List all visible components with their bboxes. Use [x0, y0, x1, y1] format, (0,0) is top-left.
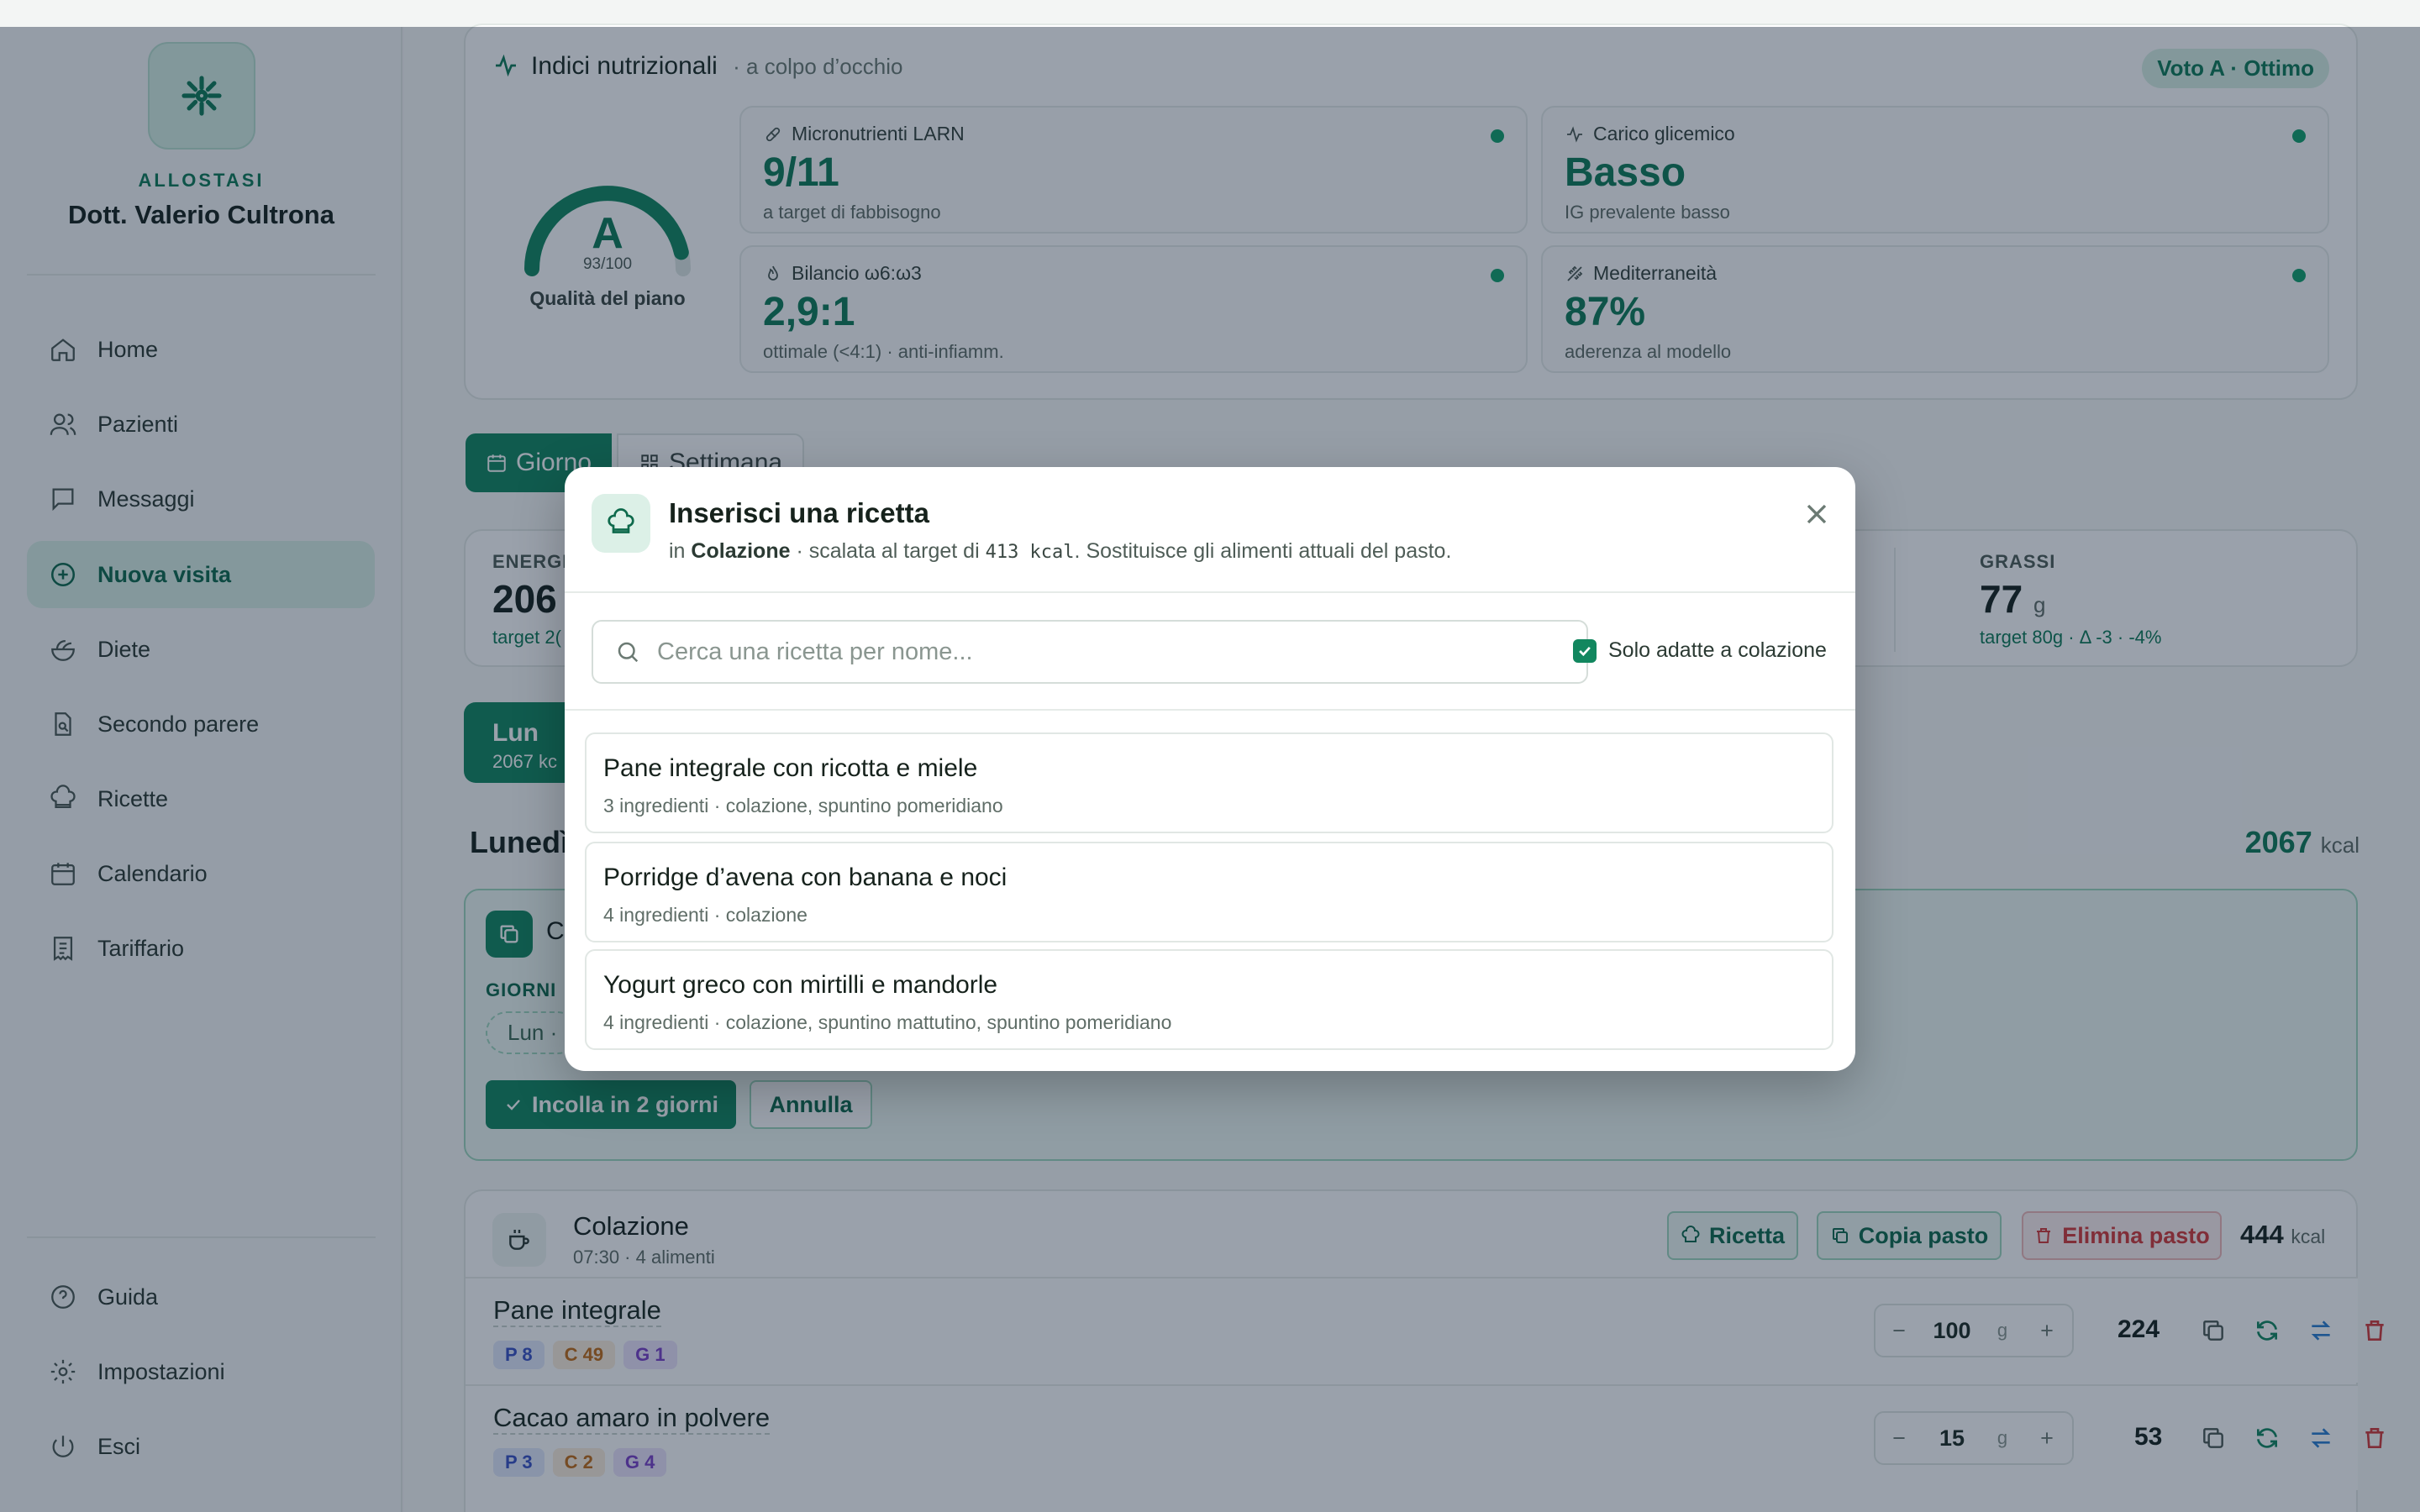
- modal-divider: [565, 709, 1855, 711]
- sub-kcal-target: 413 kcal: [985, 542, 1075, 563]
- recipe-meta: 4 ingredienti · colazione: [603, 904, 808, 926]
- checkbox-label: Solo adatte a colazione: [1608, 638, 1827, 662]
- modal-header: Inserisci una ricetta in Colazione · sca…: [565, 467, 1855, 593]
- recipe-search-input[interactable]: [657, 638, 1548, 666]
- recipe-item[interactable]: Porridge d’avena con banana e noci 4 ing…: [585, 842, 1833, 942]
- chef-hat-icon: [608, 508, 634, 533]
- recipe-meta: 4 ingredienti · colazione, spuntino matt…: [603, 1011, 1172, 1033]
- modal-icon-box: [592, 494, 650, 553]
- modal-subtitle: in Colazione · scalata al target di 413 …: [669, 539, 1451, 564]
- recipe-search-field: [592, 620, 1588, 684]
- recipe-name: Pane integrale con ricotta e miele: [603, 754, 978, 782]
- search-icon: [618, 642, 639, 663]
- recipe-name: Porridge d’avena con banana e noci: [603, 864, 1007, 891]
- insert-recipe-modal: Inserisci una ricetta in Colazione · sca…: [565, 467, 1855, 1071]
- modal-title: Inserisci una ricetta: [669, 497, 929, 528]
- sub-meal: Colazione: [691, 539, 791, 563]
- sub-suffix: . Sostituisce gli alimenti attuali del p…: [1074, 539, 1452, 563]
- recipe-meta: 3 ingredienti · colazione, spuntino pome…: [603, 795, 1003, 816]
- sub-middle: · scalata al target di: [796, 539, 980, 563]
- sub-prefix: in: [669, 539, 686, 563]
- close-icon[interactable]: [1800, 497, 1833, 531]
- recipe-item[interactable]: Yogurt greco con mirtilli e mandorle 4 i…: [585, 949, 1833, 1050]
- recipe-item[interactable]: Pane integrale con ricotta e miele 3 ing…: [585, 732, 1833, 833]
- breakfast-only-checkbox[interactable]: Solo adatte a colazione: [1573, 638, 1827, 663]
- check-icon: [1579, 646, 1591, 656]
- recipe-name: Yogurt greco con mirtilli e mandorle: [603, 971, 998, 999]
- checkbox-box[interactable]: [1573, 638, 1597, 663]
